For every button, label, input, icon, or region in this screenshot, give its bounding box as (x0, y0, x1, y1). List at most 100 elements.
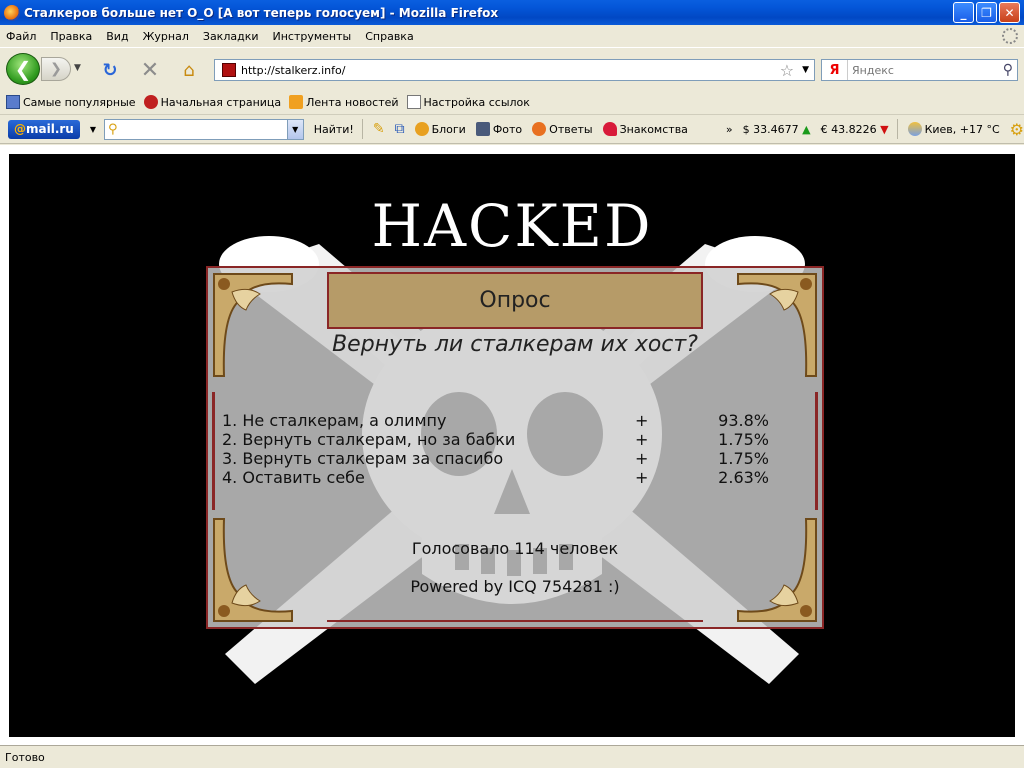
mailru-find-button[interactable]: Найти! (314, 123, 354, 136)
weather-icon (907, 122, 922, 136)
search-bar[interactable]: Я ⚲ (821, 59, 1018, 81)
url-dropdown-icon[interactable]: ▼ (802, 65, 809, 75)
menu-tools[interactable]: Инструменты (273, 30, 352, 43)
ornament-corner-icon (213, 518, 293, 622)
back-button[interactable]: ❮ (6, 53, 40, 85)
bookmarks-toolbar: Самые популярные Начальная страница Лент… (0, 90, 1024, 114)
poll-option: 2. Вернуть сталкерам, но за бабки + 1.75… (222, 430, 782, 449)
bookmark-most-visited[interactable]: Самые популярные (6, 95, 136, 109)
arrow-right-icon: ❯ (50, 61, 62, 77)
title-bar[interactable]: Сталкеров больше нет O_O [А вот теперь г… (0, 0, 1024, 25)
poll-divider (212, 392, 215, 510)
menu-bookmarks[interactable]: Закладки (203, 30, 259, 43)
usd-rate[interactable]: $ 33.4677 ▲ (743, 123, 811, 136)
poll-question: Вернуть ли сталкерам их хост? (332, 332, 698, 357)
yandex-logo-icon[interactable]: Я (822, 60, 848, 80)
start-page-icon (143, 95, 158, 109)
window-title: Сталкеров больше нет O_O [А вот теперь г… (24, 5, 499, 20)
stop-icon[interactable]: ✕ (139, 58, 161, 83)
pencil-icon[interactable]: ✎ (373, 121, 385, 137)
window-controls: _ ❐ ✕ (953, 2, 1020, 23)
status-bar: Готово (0, 745, 1024, 768)
rss-icon (289, 95, 304, 109)
toolbar-divider (896, 119, 898, 139)
answers-icon (532, 122, 547, 136)
menu-view[interactable]: Вид (106, 30, 128, 43)
bookmark-customize-links[interactable]: Настройка ссылок (406, 95, 530, 109)
camera-icon (475, 122, 490, 136)
poll-panel: Опрос Вернуть ли сталкерам их хост? 1. Н… (206, 266, 824, 629)
hacked-banner: HACKED (371, 192, 653, 260)
weather-widget[interactable]: Киев, +17 °С (907, 122, 1000, 136)
blogs-icon (414, 122, 429, 136)
history-dropdown-icon[interactable]: ▼ (74, 63, 81, 73)
magnifier-icon: ⚲ (108, 121, 118, 137)
home-icon[interactable]: ⌂ (178, 60, 200, 81)
poll-option: 4. Оставить себе + 2.63% (222, 468, 782, 487)
maximize-button[interactable]: ❐ (976, 2, 997, 23)
forward-button[interactable]: ❯ (41, 57, 71, 81)
reload-icon[interactable]: ↻ (99, 60, 121, 81)
status-text: Готово (5, 750, 45, 764)
page-icon (406, 95, 421, 109)
vote-link[interactable]: + (635, 449, 715, 468)
chevron-down-icon[interactable]: ▼ (286, 119, 303, 139)
poll-option-label: 1. Не сталкерам, а олимпу (222, 411, 447, 430)
mailru-toolbar: @ mail .ru ▼ ⚲ ▼ Найти! ✎ ⧉ Блоги Фото Отв… (0, 114, 1024, 144)
throbber-icon (1002, 28, 1018, 44)
poll-option-percent: 2.63% (718, 468, 769, 487)
mailru-blogs-button[interactable]: Блоги (414, 122, 466, 136)
ornament-corner-icon (737, 273, 817, 377)
poll-option: 3. Вернуть сталкерам за спасибо + 1.75% (222, 449, 782, 468)
bookmark-news-feed[interactable]: Лента новостей (289, 95, 399, 109)
vote-link[interactable]: + (635, 468, 715, 487)
minimize-button[interactable]: _ (953, 2, 974, 23)
poll-title: Опрос (327, 272, 703, 329)
mailru-answers-button[interactable]: Ответы (532, 122, 593, 136)
address-bar[interactable]: http://stalkerz.info/ ☆ ▼ (214, 59, 815, 81)
poll-option-label: 2. Вернуть сталкерам, но за бабки (222, 430, 516, 449)
url-input[interactable]: http://stalkerz.info/ (241, 64, 780, 77)
powered-by: Powered by ICQ 754281 :) (410, 577, 620, 596)
mailru-dating-button[interactable]: Знакомства (602, 122, 688, 136)
menu-bar: Файл Правка Вид Журнал Закладки Инструме… (0, 25, 1024, 47)
poll-option-percent: 1.75% (718, 430, 769, 449)
poll-options: 1. Не сталкерам, а олимпу + 93.8% 2. Вер… (222, 411, 782, 487)
poll-option-percent: 1.75% (718, 449, 769, 468)
arrow-down-icon: ▼ (880, 122, 889, 136)
search-input[interactable] (848, 63, 1003, 77)
toolbar-divider (361, 119, 363, 139)
poll-option-label: 3. Вернуть сталкерам за спасибо (222, 449, 504, 468)
poll-option-percent: 93.8% (718, 411, 769, 430)
search-icon[interactable]: ⚲ (1003, 62, 1013, 78)
poll-option: 1. Не сталкерам, а олимпу + 93.8% (222, 411, 782, 430)
more-chevron-icon[interactable]: » (726, 123, 733, 136)
mailru-search-input[interactable]: ⚲ ▼ (104, 118, 304, 140)
heart-icon (602, 122, 617, 136)
site-favicon-icon (222, 63, 236, 77)
mailru-logo[interactable]: @ mail .ru (8, 119, 80, 139)
poll-divider (327, 620, 703, 622)
eur-rate[interactable]: € 43.8226 ▼ (821, 123, 889, 136)
bookmark-folder-icon (6, 95, 20, 109)
vote-link[interactable]: + (635, 411, 715, 430)
mailru-photo-button[interactable]: Фото (475, 122, 522, 136)
close-button[interactable]: ✕ (999, 2, 1020, 23)
vote-count: Голосовало 114 человек (411, 539, 619, 558)
poll-divider (815, 392, 818, 510)
menu-file[interactable]: Файл (6, 30, 36, 43)
mailru-menu-dropdown-icon[interactable]: ▼ (90, 125, 96, 134)
arrow-up-icon: ▲ (802, 122, 811, 136)
vote-link[interactable]: + (635, 430, 715, 449)
menu-history[interactable]: Журнал (143, 30, 189, 43)
arrow-left-icon: ❮ (14, 57, 32, 81)
magnifier-page-icon[interactable]: ⧉ (395, 121, 405, 137)
hacked-page: HACKED Опрос Вернуть ли сталкерам их хос… (9, 154, 1015, 737)
menu-edit[interactable]: Правка (50, 30, 92, 43)
bookmark-start-page[interactable]: Начальная страница (143, 95, 281, 109)
menu-help[interactable]: Справка (365, 30, 413, 43)
page-viewport[interactable]: HACKED Опрос Вернуть ли сталкерам их хос… (0, 145, 1024, 745)
ornament-corner-icon (213, 273, 293, 377)
gear-icon[interactable]: ⚙ (1010, 120, 1024, 139)
bookmark-star-icon[interactable]: ☆ (780, 61, 794, 80)
